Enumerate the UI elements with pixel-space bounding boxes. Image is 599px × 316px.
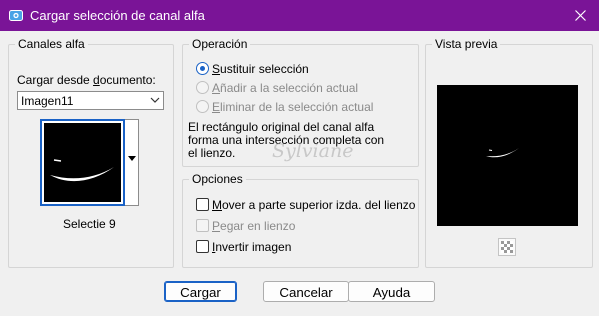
camera-icon: [9, 10, 23, 21]
window-title: Cargar selección de canal alfa: [30, 8, 205, 23]
options-legend: Opciones: [189, 172, 246, 186]
load-from-document-label: Cargar desde documento:: [17, 73, 156, 87]
alpha-channels-legend: Canales alfa: [15, 37, 88, 51]
transparency-toggle-button[interactable]: [498, 238, 516, 256]
preview-image: [437, 85, 578, 226]
channel-thumbnail[interactable]: [40, 119, 125, 206]
operation-description-line-3: el lienzo.: [188, 146, 236, 160]
close-icon: [574, 9, 586, 21]
radio-add-to-selection[interactable]: [196, 81, 209, 94]
title-bar: Cargar selección de canal alfa: [0, 0, 599, 31]
checkbox-paste-canvas-label[interactable]: Pegar en lienzo: [212, 219, 295, 233]
load-button[interactable]: Cargar: [164, 281, 237, 302]
checkbox-move-top-left[interactable]: [196, 198, 209, 211]
radio-remove-from-selection[interactable]: [196, 100, 209, 113]
radio-remove-from-selection-label[interactable]: Eliminar de la selección actual: [212, 100, 373, 114]
channel-shape: [50, 159, 114, 182]
checkbox-invert-image[interactable]: [196, 240, 209, 253]
preview-legend: Vista previa: [432, 37, 501, 51]
radio-add-to-selection-label[interactable]: Añadir a la selección actual: [212, 81, 358, 95]
chevron-down-icon: [150, 97, 160, 103]
document-select-value: Imagen11: [21, 94, 74, 108]
cancel-button[interactable]: Cancelar: [263, 281, 349, 302]
preview-shape: [486, 148, 519, 158]
checkerboard-icon: [501, 241, 513, 253]
checkbox-invert-image-label[interactable]: Invertir imagen: [212, 240, 291, 254]
selected-channel-name: Selectie 9: [63, 217, 116, 231]
operation-description-line-1: El rectángulo original del canal alfa: [188, 120, 375, 134]
help-button[interactable]: Ayuda: [348, 281, 435, 302]
document-select[interactable]: Imagen11: [17, 91, 164, 110]
checkbox-paste-canvas[interactable]: [196, 219, 209, 232]
channel-dropdown-button[interactable]: [125, 119, 139, 206]
operation-legend: Operación: [189, 37, 251, 51]
channel-thumbnail-image: [44, 123, 121, 202]
dropdown-arrow-icon: [128, 156, 136, 161]
radio-replace-selection[interactable]: [196, 62, 209, 75]
close-button[interactable]: [568, 4, 592, 26]
checkbox-move-top-left-label[interactable]: Mover a parte superior izda. del lienzo: [212, 198, 415, 212]
watermark-text: Sylviane: [272, 140, 354, 162]
radio-replace-selection-label[interactable]: Sustituir selección: [212, 62, 309, 76]
